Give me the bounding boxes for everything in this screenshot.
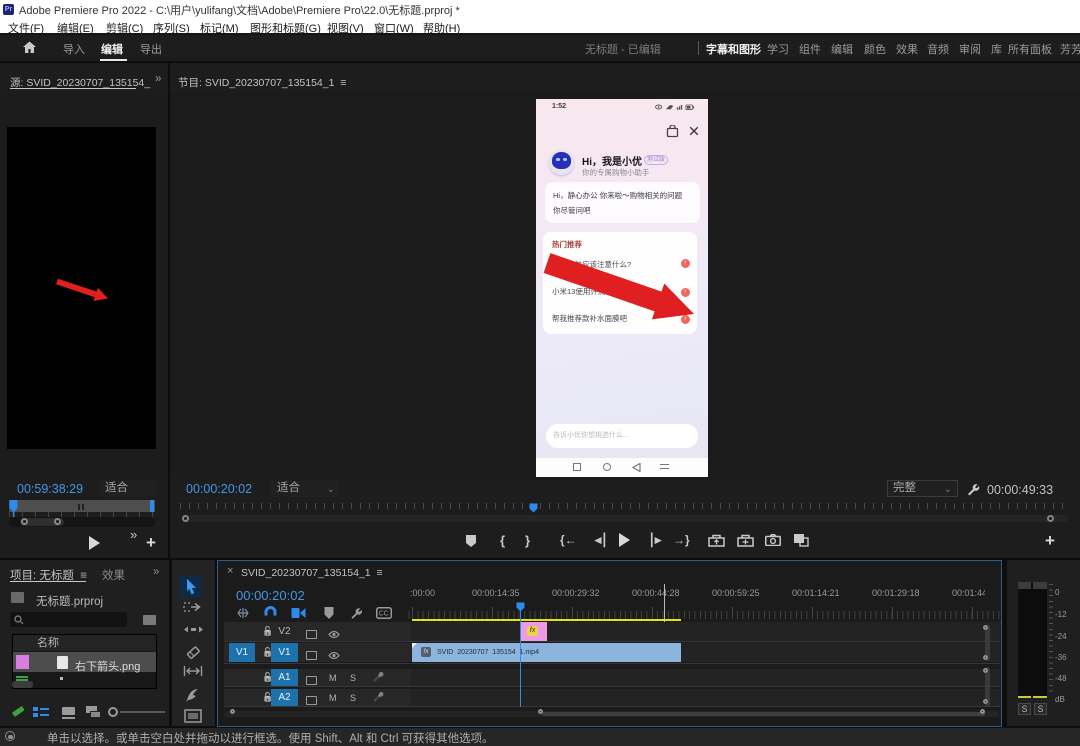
svg-text:CC: CC xyxy=(379,611,389,618)
